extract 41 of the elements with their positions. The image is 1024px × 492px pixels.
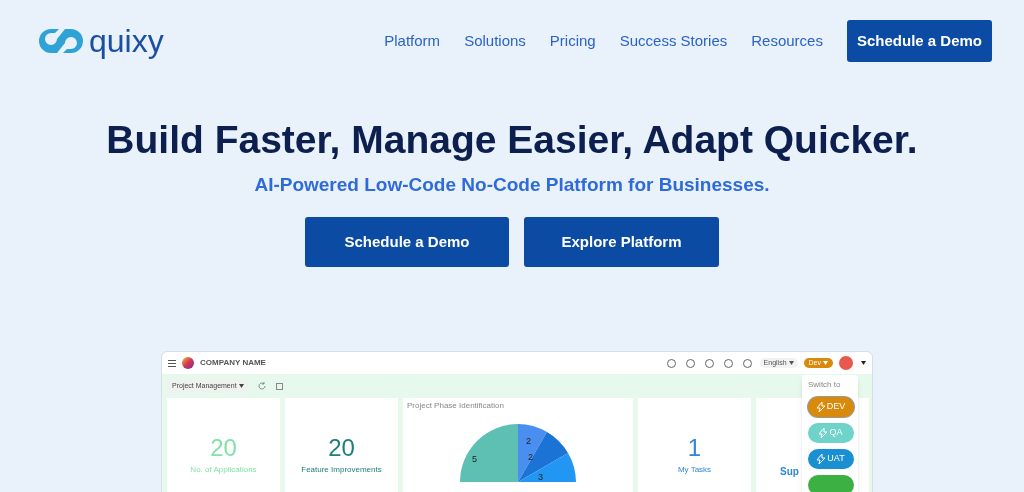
caret-icon — [861, 361, 866, 365]
bolt-icon — [816, 402, 825, 412]
slice-label: 2 — [526, 436, 531, 446]
schedule-demo-button[interactable]: Schedule a Demo — [846, 20, 992, 62]
caret-icon — [788, 361, 794, 365]
caret-icon — [238, 384, 244, 388]
nav-link[interactable]: Resources — [751, 29, 823, 53]
hero-title: Build Faster, Manage Easier, Adapt Quicker. — [106, 117, 918, 163]
slice-label: 5 — [472, 454, 477, 464]
stat-value: 20 — [210, 436, 237, 460]
menu-icon[interactable] — [168, 359, 176, 367]
hero-button[interactable]: Schedule a Demo — [305, 217, 509, 268]
stat-label: No. of Applications — [190, 464, 257, 476]
stat-value: 20 — [328, 436, 355, 460]
chart-title: Project Phase Identification — [406, 400, 505, 412]
hero-button[interactable]: Explore Platform — [524, 217, 719, 268]
slice-label: 3 — [538, 472, 543, 482]
environment-option[interactable]: UAT — [808, 449, 854, 469]
nav-link[interactable]: Solutions — [464, 29, 526, 53]
logo-icon — [37, 27, 85, 55]
dropdown-title: Switch to — [808, 379, 842, 391]
company-logo-icon — [182, 357, 194, 369]
slice-label: 2 — [528, 452, 533, 462]
environment-option[interactable]: DEV — [808, 397, 854, 417]
company-name: COMPANY NAME — [200, 357, 266, 369]
stat-label: Sup — [780, 465, 799, 479]
nav-link[interactable]: Success Stories — [619, 29, 728, 53]
stat-label: Feature Improvements — [301, 464, 382, 476]
stat-label: My Tasks — [677, 464, 712, 476]
hero-subtitle: AI-Powered Low-Code No-Code Platform for Businesses. — [254, 172, 770, 197]
nav-link[interactable]: Pricing — [549, 29, 596, 53]
refresh-icon[interactable] — [257, 382, 266, 390]
bolt-icon — [817, 454, 826, 464]
bolt-icon — [819, 428, 828, 438]
environment-option[interactable] — [808, 475, 854, 492]
caret-icon — [823, 361, 828, 365]
stat-value: 1 — [687, 436, 702, 460]
logo-text: quixy — [89, 25, 164, 57]
edit-icon[interactable] — [275, 382, 283, 390]
avatar[interactable] — [839, 356, 853, 370]
nav-link[interactable]: Platform — [384, 29, 441, 53]
